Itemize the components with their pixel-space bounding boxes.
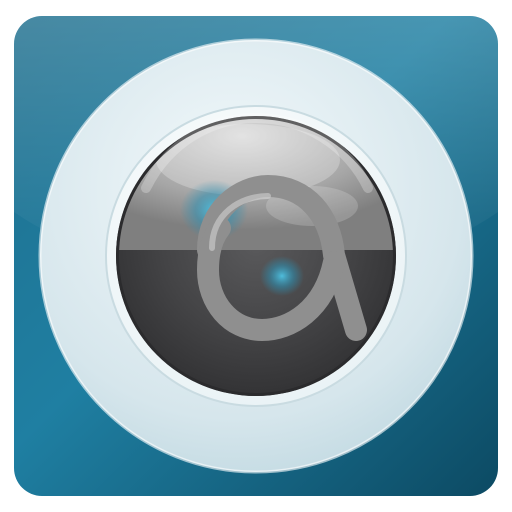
icon-stage xyxy=(0,0,512,512)
camera-lens-app-icon[interactable] xyxy=(0,0,512,512)
